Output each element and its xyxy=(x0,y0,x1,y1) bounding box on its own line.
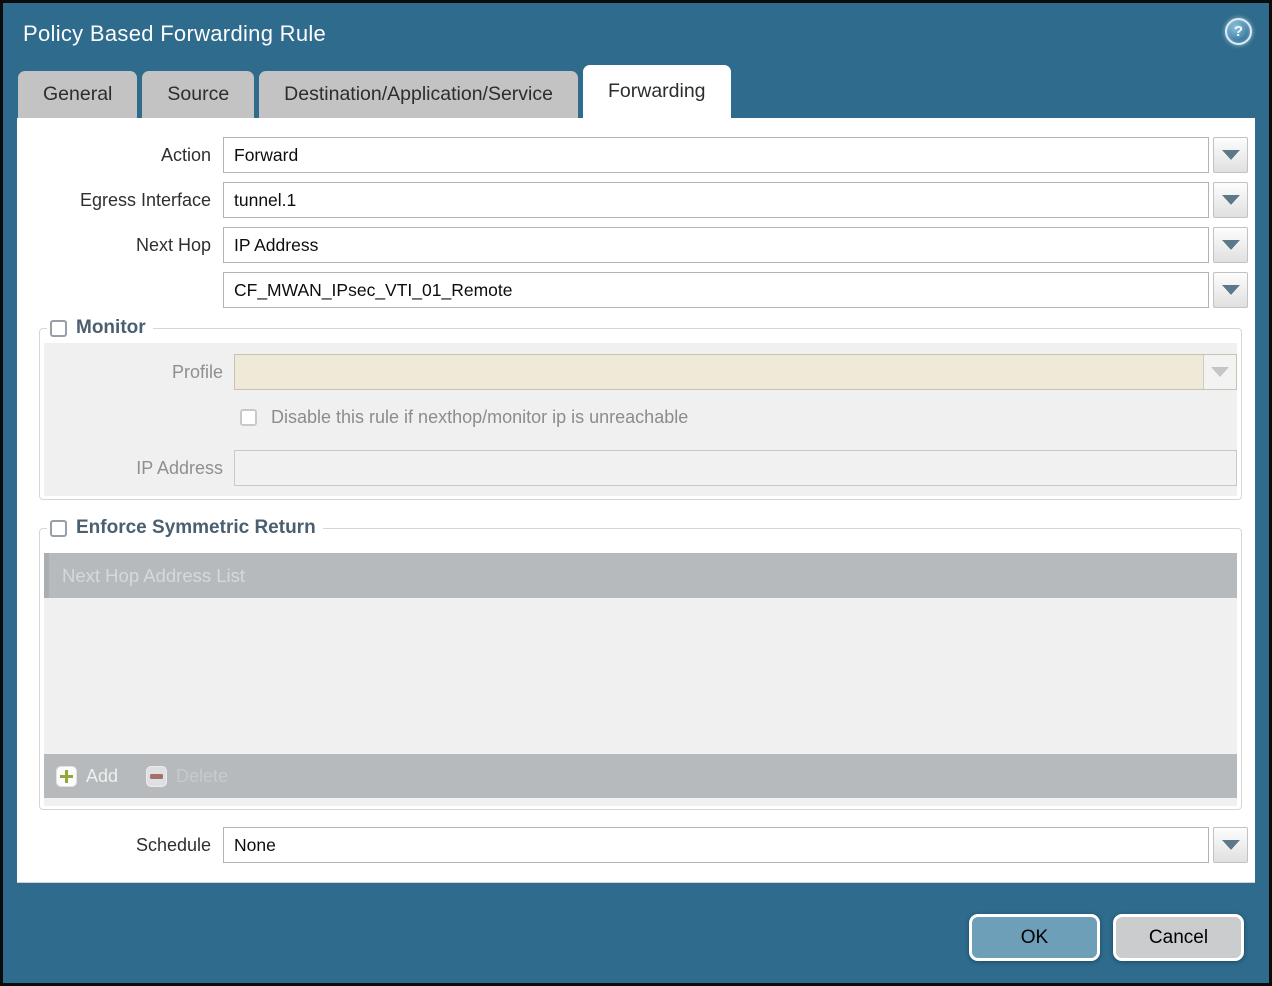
monitor-fieldset: Monitor Profile Disable this rule if nex… xyxy=(39,317,1242,500)
page-title: Policy Based Forwarding Rule xyxy=(23,21,326,47)
add-plus-icon xyxy=(56,766,77,787)
table-toolbar: Add Delete xyxy=(44,754,1237,798)
tab-general[interactable]: General xyxy=(18,71,137,118)
add-button-label: Add xyxy=(86,766,118,787)
next-hop-type-value: IP Address xyxy=(234,235,318,256)
add-button-disabled: Add xyxy=(56,766,118,787)
action-dropdown-button[interactable] xyxy=(1213,137,1248,173)
next-hop-address-input[interactable]: CF_MWAN_IPsec_VTI_01_Remote xyxy=(223,272,1209,308)
profile-dropdown-button-disabled xyxy=(1203,355,1236,389)
next-hop-address-value: CF_MWAN_IPsec_VTI_01_Remote xyxy=(234,280,512,301)
profile-label: Profile xyxy=(44,362,234,383)
profile-row: Profile xyxy=(44,354,1237,390)
delete-button-label: Delete xyxy=(176,766,228,787)
next-hop-label: Next Hop xyxy=(17,235,223,256)
chevron-down-icon xyxy=(1222,840,1240,850)
profile-value xyxy=(235,355,1203,389)
dialog-footer: OK Cancel xyxy=(969,914,1244,961)
delete-button-disabled: Delete xyxy=(146,766,228,787)
disable-rule-checkbox-disabled xyxy=(240,409,257,426)
egress-interface-dropdown-button[interactable] xyxy=(1213,182,1248,218)
next-hop-address-dropdown-button[interactable] xyxy=(1213,272,1248,308)
delete-minus-icon xyxy=(146,766,167,787)
schedule-label: Schedule xyxy=(17,835,223,856)
egress-interface-label: Egress Interface xyxy=(17,190,223,211)
chevron-down-icon xyxy=(1222,195,1240,205)
enforce-symmetric-return-legend: Enforce Symmetric Return xyxy=(47,517,323,539)
next-hop-address-row: CF_MWAN_IPsec_VTI_01_Remote xyxy=(17,272,1248,308)
chevron-down-icon xyxy=(1222,240,1240,250)
monitor-label: Monitor xyxy=(76,317,146,339)
schedule-select[interactable]: None xyxy=(223,827,1209,863)
action-select[interactable]: Forward xyxy=(223,137,1209,173)
schedule-dropdown-button[interactable] xyxy=(1213,827,1248,863)
monitor-ip-address-label: IP Address xyxy=(44,458,234,479)
monitor-ip-address-input-disabled xyxy=(234,450,1237,486)
disable-rule-label: Disable this rule if nexthop/monitor ip … xyxy=(271,407,688,428)
enforce-symmetric-return-fieldset: Enforce Symmetric Return Next Hop Addres… xyxy=(39,517,1242,810)
cancel-button[interactable]: Cancel xyxy=(1113,914,1244,961)
egress-interface-value: tunnel.1 xyxy=(234,190,296,211)
schedule-value: None xyxy=(234,835,276,856)
next-hop-address-list-table: Next Hop Address List Add Delete xyxy=(44,553,1237,806)
monitor-legend: Monitor xyxy=(47,317,153,339)
tab-destination-application-service[interactable]: Destination/Application/Service xyxy=(259,71,578,118)
tab-source[interactable]: Source xyxy=(142,71,254,118)
next-hop-address-list-header-label: Next Hop Address List xyxy=(62,565,245,587)
next-hop-type-select[interactable]: IP Address xyxy=(223,227,1209,263)
action-label: Action xyxy=(17,145,223,166)
next-hop-address-list-body xyxy=(44,598,1237,754)
monitor-ip-address-row: IP Address xyxy=(44,450,1237,486)
profile-select-disabled xyxy=(234,354,1237,390)
egress-interface-row: Egress Interface tunnel.1 xyxy=(17,182,1248,218)
enforce-symmetric-return-checkbox[interactable] xyxy=(50,520,67,537)
pbf-rule-dialog: Policy Based Forwarding Rule ? General S… xyxy=(0,0,1272,986)
schedule-row: Schedule None xyxy=(17,827,1248,863)
chevron-down-icon xyxy=(1211,367,1229,377)
tab-forwarding[interactable]: Forwarding xyxy=(583,65,731,118)
forwarding-tab-panel: Action Forward Egress Interface tunnel.1… xyxy=(17,118,1255,883)
chevron-down-icon xyxy=(1222,285,1240,295)
ok-button[interactable]: OK xyxy=(969,914,1100,961)
disable-rule-row: Disable this rule if nexthop/monitor ip … xyxy=(240,407,1237,428)
next-hop-address-list-header: Next Hop Address List xyxy=(44,553,1237,598)
tab-bar: General Source Destination/Application/S… xyxy=(3,65,1269,118)
titlebar: Policy Based Forwarding Rule xyxy=(3,3,1269,65)
monitor-disabled-area: Profile Disable this rule if nexthop/mon… xyxy=(44,343,1237,496)
next-hop-dropdown-button[interactable] xyxy=(1213,227,1248,263)
action-row: Action Forward xyxy=(17,137,1248,173)
enforce-symmetric-return-label: Enforce Symmetric Return xyxy=(76,517,316,539)
action-value: Forward xyxy=(234,145,298,166)
help-icon[interactable]: ? xyxy=(1225,18,1252,45)
egress-interface-select[interactable]: tunnel.1 xyxy=(223,182,1209,218)
monitor-checkbox[interactable] xyxy=(50,320,67,337)
next-hop-row: Next Hop IP Address xyxy=(17,227,1248,263)
chevron-down-icon xyxy=(1222,150,1240,160)
